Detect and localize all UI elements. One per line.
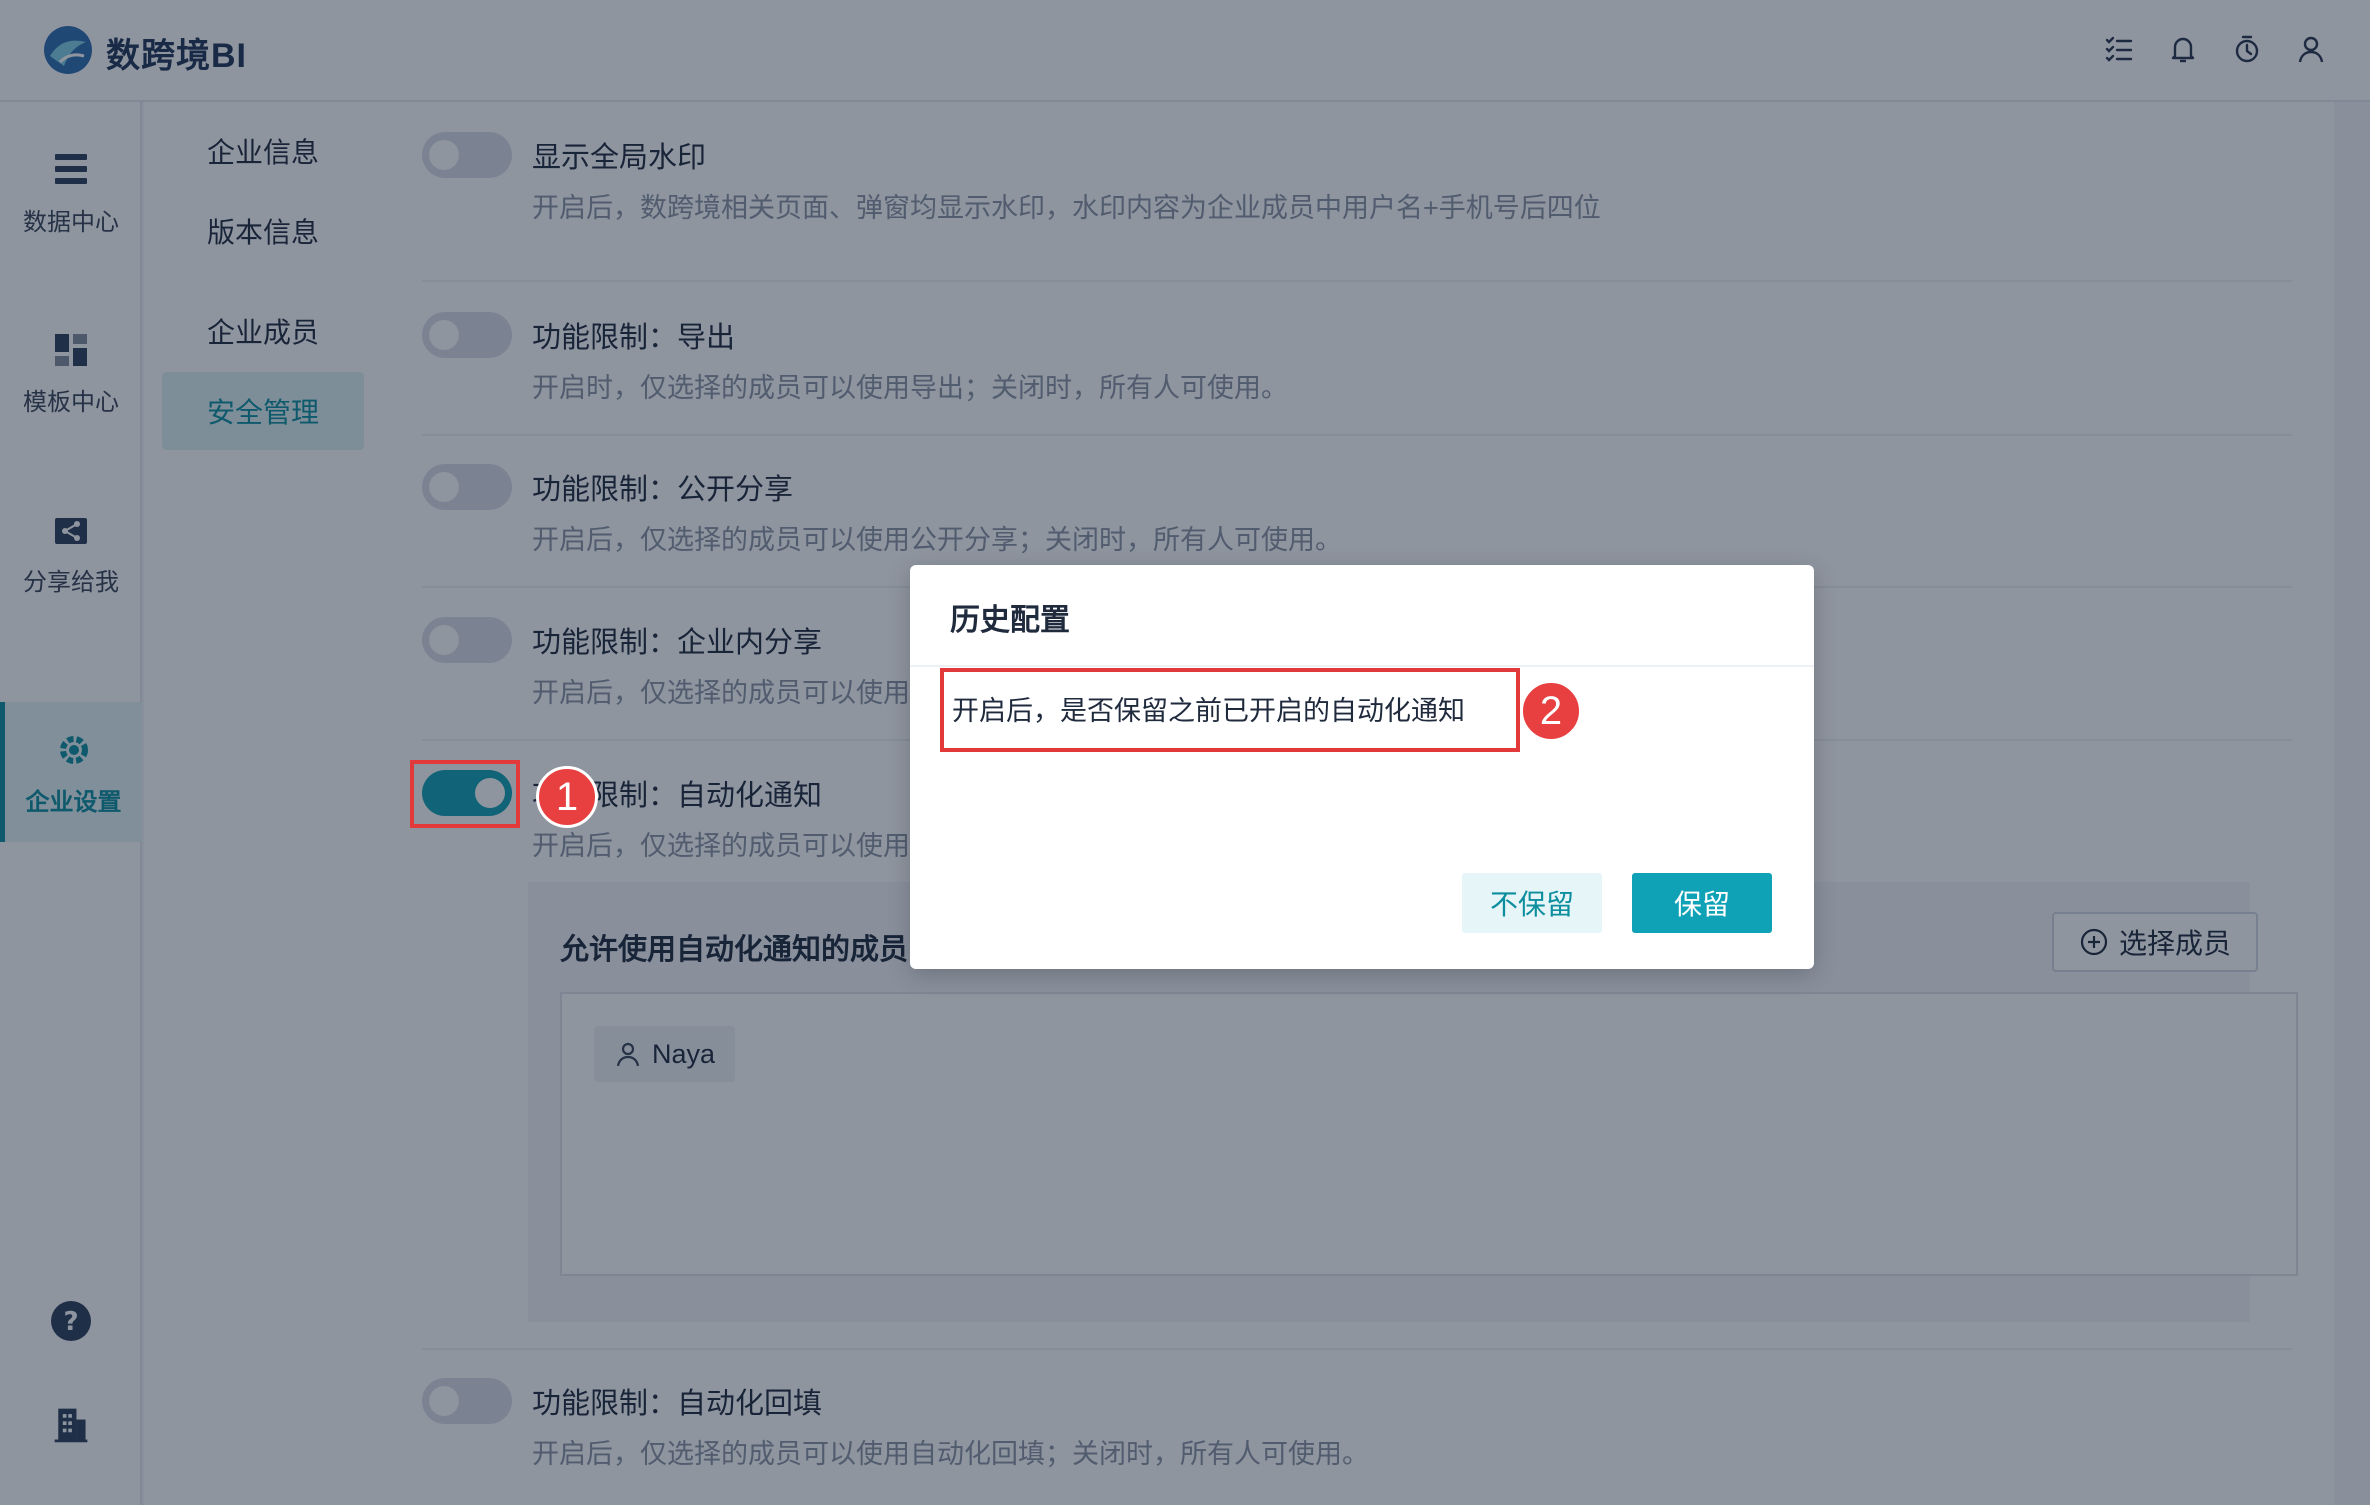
divider [910, 665, 1814, 667]
annotation-badge: 2 [1520, 680, 1582, 742]
annotation-badge: 1 [536, 766, 598, 828]
dont-keep-button[interactable]: 不保留 [1462, 873, 1602, 933]
history-config-dialog: 历史配置 开启后，是否保留之前已开启的自动化通知 不保留 保留 [910, 565, 1814, 969]
keep-button[interactable]: 保留 [1632, 873, 1772, 933]
annotation-highlight-toggle [410, 760, 520, 828]
dialog-title: 历史配置 [950, 604, 1070, 637]
annotation-highlight-message [940, 668, 1520, 752]
